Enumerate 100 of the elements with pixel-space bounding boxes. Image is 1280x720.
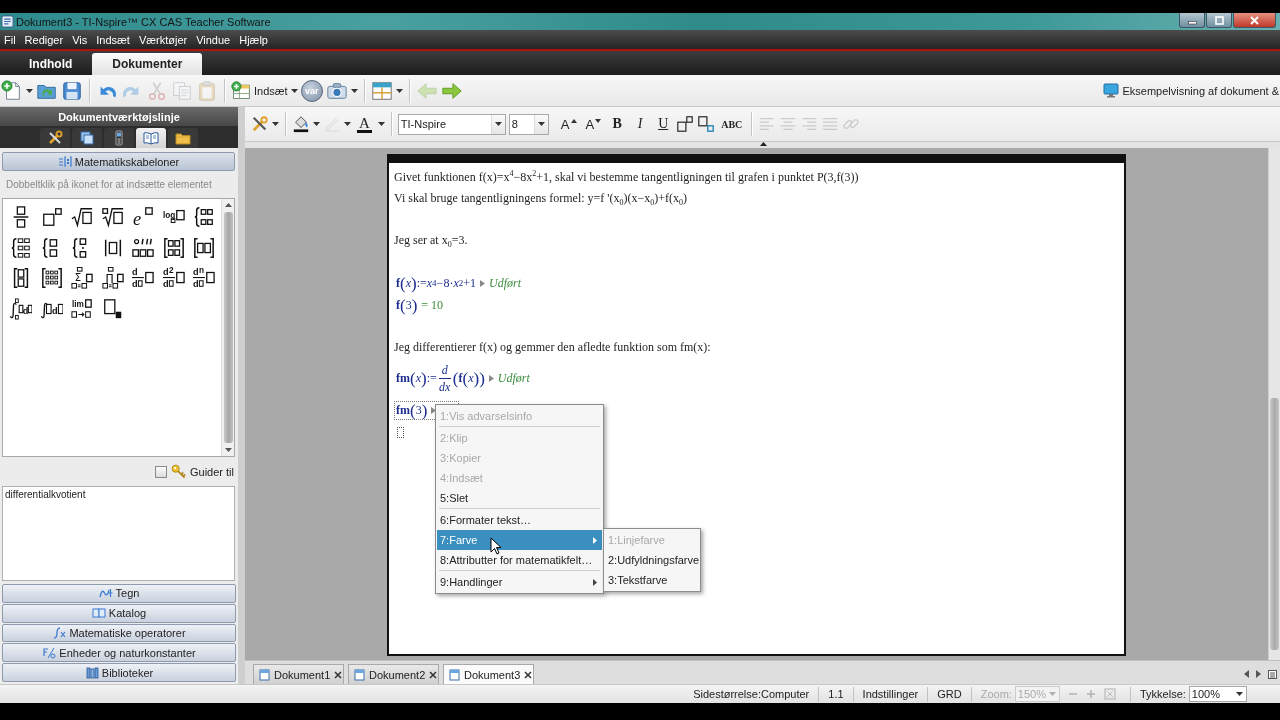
settings-button[interactable]: Indstillinger xyxy=(859,688,922,700)
dropdown-caret-icon[interactable] xyxy=(537,122,545,126)
italic-button[interactable]: I xyxy=(630,113,651,135)
scrollbar-thumb[interactable] xyxy=(1270,398,1279,650)
checkbox[interactable] xyxy=(154,465,167,478)
close-icon[interactable] xyxy=(524,670,533,679)
font-size-select[interactable]: 8 xyxy=(508,113,549,135)
section-header[interactable]: Matematikskabeloner xyxy=(2,152,235,171)
menu-item[interactable]: Indsæt xyxy=(92,33,135,46)
template-icon xyxy=(57,156,72,167)
document-tab[interactable]: Dokument2 xyxy=(348,664,439,684)
hint-text: Dobbeltklik på ikonet for at indsætte elementet xyxy=(5,178,213,192)
degree-minute-second-template-icon[interactable] xyxy=(132,236,155,259)
close-button[interactable] xyxy=(1233,13,1276,28)
panel-button[interactable]: Matematiske operatorer xyxy=(2,623,236,643)
checkbox-label[interactable]: Guider til xyxy=(189,465,234,478)
nth-root-template-icon[interactable] xyxy=(101,206,124,229)
dropdown-caret-icon[interactable] xyxy=(290,88,298,93)
menu-item[interactable]: Vis xyxy=(68,33,93,46)
tab[interactable]: Dokumenter xyxy=(92,53,203,75)
piecewise-template-icon[interactable] xyxy=(193,206,216,229)
dropdown-caret-icon[interactable] xyxy=(313,122,320,126)
panel-tab[interactable] xyxy=(168,128,198,148)
scroll-down-arrow-icon[interactable] xyxy=(224,448,232,452)
underline-button[interactable]: U xyxy=(653,113,674,135)
bold-button[interactable]: B xyxy=(607,113,628,135)
menu-item[interactable]: 7:Farve xyxy=(437,530,602,550)
tab[interactable]: Indhold xyxy=(9,53,93,75)
close-icon[interactable] xyxy=(429,670,438,679)
menu-item[interactable]: 3:Tekstfarve xyxy=(605,570,699,590)
dropdown-caret-icon[interactable] xyxy=(272,122,279,126)
page-size-button[interactable]: Sidestørrelse:Computer xyxy=(690,688,813,700)
panel-tab[interactable] xyxy=(136,128,166,148)
math-input[interactable]: f(3) xyxy=(396,296,418,314)
power-template-icon[interactable] xyxy=(40,206,63,229)
minimize-button[interactable] xyxy=(1179,13,1205,28)
superscript-icon[interactable] xyxy=(676,115,695,133)
scrollbar[interactable] xyxy=(221,199,234,456)
panel-tab[interactable] xyxy=(72,128,102,148)
scrollbar-thumb[interactable] xyxy=(223,212,233,443)
document-text: Jeg differentierer f(x) og gemmer den afledte funktion som fm(x): xyxy=(394,339,712,356)
dropdown-caret-icon[interactable] xyxy=(377,122,385,126)
square-root-template-icon[interactable] xyxy=(71,206,94,229)
maximize-button[interactable] xyxy=(1206,13,1232,28)
menu-item[interactable]: 6:Formater tekst… xyxy=(437,510,602,530)
menu-item[interactable]: Hjælp xyxy=(235,33,273,46)
collapse-arrow-icon[interactable] xyxy=(760,142,767,146)
decrease-font-size-button[interactable]: A xyxy=(582,113,605,135)
close-icon[interactable] xyxy=(334,670,343,679)
menu-item[interactable]: 5:Slet xyxy=(437,488,602,508)
matrix-template-icon[interactable] xyxy=(40,267,63,290)
right-triangle-icon[interactable] xyxy=(1256,670,1261,678)
preview-button[interactable]: Eksempelvisning af dokument & xyxy=(1103,83,1280,98)
panel-button[interactable]: Katalog xyxy=(2,603,236,623)
text-color-button[interactable]: A xyxy=(354,113,375,135)
matrix-template-icon[interactable] xyxy=(162,236,185,259)
menu-item[interactable]: Rediger xyxy=(20,33,69,46)
down-triangle-icon xyxy=(595,119,602,123)
menu-item[interactable]: Fil xyxy=(0,33,21,46)
panel-button[interactable]: Biblioteker xyxy=(2,663,236,682)
panel-tab[interactable] xyxy=(40,128,70,148)
menu-item[interactable]: 2:Udfyldningsfarve xyxy=(605,550,699,570)
menu-item[interactable]: Vindue xyxy=(192,33,236,46)
insert-button[interactable]: Indsæt xyxy=(231,78,298,103)
row-matrix-template-icon[interactable] xyxy=(193,236,216,259)
list-icon[interactable] xyxy=(1268,669,1277,679)
font-select[interactable]: TI-Nspire xyxy=(397,113,506,135)
math-input[interactable]: fm(3) xyxy=(396,401,428,419)
increase-font-size-button[interactable]: A xyxy=(557,113,580,135)
scroll-up-arrow-icon[interactable] xyxy=(224,203,232,207)
dropdown-caret-icon[interactable] xyxy=(26,88,33,93)
menu-item[interactable]: 9:Handlinger xyxy=(437,572,602,592)
subscript-icon[interactable] xyxy=(697,115,716,133)
subscript-template-icon[interactable] xyxy=(101,297,124,320)
panel-button[interactable]: Enheder og naturkonstanter xyxy=(2,643,236,663)
strikethrough-button[interactable]: ABC xyxy=(718,113,746,135)
piecewise-template-icon[interactable] xyxy=(10,236,33,259)
math-result: Udført xyxy=(489,275,521,291)
document-tab[interactable]: Dokument3 xyxy=(443,664,534,684)
angle-mode-button[interactable]: GRD xyxy=(934,688,965,700)
left-triangle-icon[interactable] xyxy=(1244,670,1249,678)
paint-bucket-icon[interactable] xyxy=(292,115,310,133)
menu-item[interactable]: Værktøjer xyxy=(134,33,193,46)
menu-item[interactable]: 8:Attributter for matematikfelt… xyxy=(437,550,602,570)
units-icon xyxy=(42,646,57,659)
thickness-select[interactable]: 100% xyxy=(1188,686,1247,702)
math-result: = 10 xyxy=(421,297,444,313)
panel-tab[interactable] xyxy=(104,128,134,148)
scrollbar[interactable] xyxy=(1268,148,1280,660)
document-tab[interactable]: Dokument1 xyxy=(253,664,344,684)
dropdown-caret-icon[interactable] xyxy=(395,88,403,93)
dropdown-caret-icon[interactable] xyxy=(350,88,358,93)
document-text: Jeg ser at x$_{0}$=3. xyxy=(394,232,469,251)
panel-button[interactable]: Tegn xyxy=(2,584,236,603)
new-document-icon[interactable] xyxy=(1,79,23,102)
math-input-field[interactable] xyxy=(397,426,404,438)
wrench-screwdriver-icon[interactable] xyxy=(251,115,269,133)
dropdown-caret-icon[interactable] xyxy=(494,122,502,126)
dropdown-caret-icon[interactable] xyxy=(1236,692,1243,696)
curve-icon xyxy=(98,587,113,600)
